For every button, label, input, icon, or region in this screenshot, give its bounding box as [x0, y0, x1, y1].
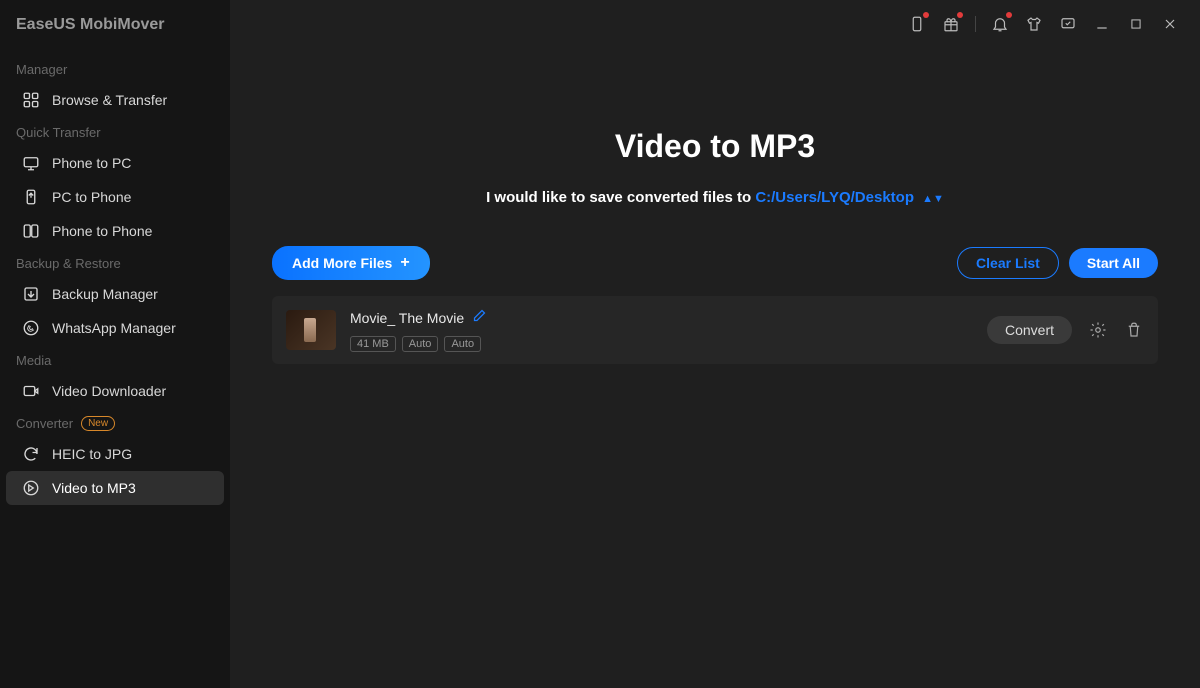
sidebar-item-label: Browse & Transfer: [52, 92, 167, 108]
sidebar-item-pc-to-phone[interactable]: PC to Phone: [6, 180, 224, 214]
sidebar-item-phone-to-pc[interactable]: Phone to PC: [6, 146, 224, 180]
sidebar-item-label: Backup Manager: [52, 286, 158, 302]
page-title: Video to MP3: [272, 128, 1158, 165]
audio-setting-tag: Auto: [402, 336, 439, 352]
notification-dot: [1006, 12, 1012, 18]
sidebar: EaseUS MobiMover Manager Browse & Transf…: [0, 0, 230, 688]
video-download-icon: [22, 382, 40, 400]
section-backup-restore: Backup & Restore: [0, 248, 230, 277]
file-size-tag: 41 MB: [350, 336, 396, 352]
phone-to-phone-icon: [22, 222, 40, 240]
sidebar-item-label: Phone to Phone: [52, 223, 152, 239]
sidebar-item-label: Phone to PC: [52, 155, 131, 171]
sidebar-item-label: HEIC to JPG: [52, 446, 132, 462]
add-more-label: Add More Files: [292, 255, 392, 271]
section-media: Media: [0, 345, 230, 374]
sidebar-item-label: PC to Phone: [52, 189, 131, 205]
feedback-icon[interactable]: [1058, 14, 1078, 34]
notification-dot: [957, 12, 963, 18]
save-path-link[interactable]: C:/Users/LYQ/Desktop: [755, 189, 914, 206]
convert-button[interactable]: Convert: [987, 316, 1072, 344]
convert-icon: [22, 479, 40, 497]
save-location-row: I would like to save converted files to …: [272, 189, 1158, 206]
phone-to-pc-icon: [22, 154, 40, 172]
refresh-icon: [22, 445, 40, 463]
backup-icon: [22, 285, 40, 303]
section-manager: Manager: [0, 54, 230, 83]
shirt-icon[interactable]: [1024, 14, 1044, 34]
sidebar-item-phone-to-phone[interactable]: Phone to Phone: [6, 214, 224, 248]
maximize-icon[interactable]: [1126, 14, 1146, 34]
delete-icon[interactable]: [1124, 320, 1144, 340]
whatsapp-icon: [22, 319, 40, 337]
new-badge: New: [81, 416, 115, 431]
bell-icon[interactable]: [990, 14, 1010, 34]
path-selector-icon[interactable]: ▲▼: [922, 193, 944, 205]
video-setting-tag: Auto: [444, 336, 481, 352]
pc-to-phone-icon: [22, 188, 40, 206]
section-quick-transfer: Quick Transfer: [0, 117, 230, 146]
grid-icon: [22, 91, 40, 109]
subtitle-prefix: I would like to save converted files to: [486, 189, 755, 206]
minimize-icon[interactable]: [1092, 14, 1112, 34]
app-title: EaseUS MobiMover: [0, 16, 230, 54]
file-row: Movie_ The Movie 41 MB Auto Auto Convert: [272, 296, 1158, 364]
sidebar-item-backup-manager[interactable]: Backup Manager: [6, 277, 224, 311]
settings-icon[interactable]: [1088, 320, 1108, 340]
sidebar-item-label: WhatsApp Manager: [52, 320, 176, 336]
sidebar-item-whatsapp-manager[interactable]: WhatsApp Manager: [6, 311, 224, 345]
sidebar-item-heic-to-jpg[interactable]: HEIC to JPG: [6, 437, 224, 471]
video-thumbnail: [286, 310, 336, 350]
section-converter: Converter New: [0, 408, 230, 437]
separator: [975, 16, 976, 32]
close-icon[interactable]: [1160, 14, 1180, 34]
edit-name-icon[interactable]: [472, 308, 487, 328]
notification-dot: [923, 12, 929, 18]
sidebar-item-video-to-mp3[interactable]: Video to MP3: [6, 471, 224, 505]
clear-list-button[interactable]: Clear List: [957, 247, 1059, 279]
sidebar-item-browse-transfer[interactable]: Browse & Transfer: [6, 83, 224, 117]
sidebar-item-label: Video to MP3: [52, 480, 136, 496]
action-bar: Add More Files + Clear List Start All: [272, 246, 1158, 280]
section-converter-label: Converter: [16, 416, 73, 431]
main-content: Video to MP3 I would like to save conver…: [230, 0, 1200, 688]
file-name: Movie_ The Movie: [350, 310, 464, 326]
start-all-button[interactable]: Start All: [1069, 248, 1158, 278]
titlebar: [230, 0, 1200, 48]
gift-icon[interactable]: [941, 14, 961, 34]
plus-icon: +: [400, 254, 409, 272]
add-more-files-button[interactable]: Add More Files +: [272, 246, 430, 280]
sidebar-item-video-downloader[interactable]: Video Downloader: [6, 374, 224, 408]
device-icon[interactable]: [907, 14, 927, 34]
sidebar-item-label: Video Downloader: [52, 383, 166, 399]
